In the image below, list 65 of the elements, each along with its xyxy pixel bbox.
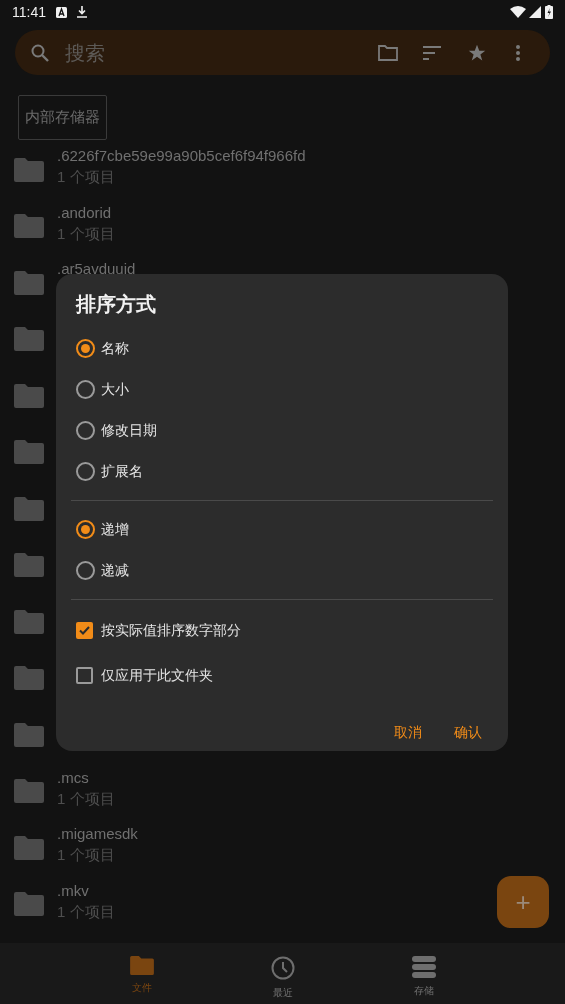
radio-button[interactable] [76,339,95,358]
folder-icon [14,892,44,917]
item-count: 1 个项目 [57,901,115,922]
checkbox[interactable] [76,667,93,684]
search-bar[interactable]: 搜索 [15,30,550,75]
folder-icon [14,496,44,521]
nav-tab[interactable]: 最近 [254,943,311,1004]
download-icon [77,6,87,18]
file-name[interactable]: .migamesdk [57,824,138,845]
folder-icon [14,214,44,239]
folder-icon [14,270,44,295]
radio-button[interactable] [76,380,95,399]
folder-icon [14,779,44,804]
font-icon [56,6,67,18]
star-icon[interactable] [468,43,486,62]
storage-chip[interactable]: 内部存储器 [18,95,107,140]
wifi-icon [510,6,526,18]
option-label: 扩展名 [101,462,143,481]
radio-button[interactable] [76,561,95,580]
clock-icon [270,956,295,980]
option-label: 仅应用于此文件夹 [101,666,213,685]
dialog-button[interactable]: 取消 [384,716,432,749]
folder-icon [129,956,154,975]
storage-icon [411,956,436,978]
option-label: 修改日期 [101,421,157,440]
folder-icon [14,157,44,182]
more-icon[interactable] [516,44,520,61]
signal-icon [529,6,541,18]
folder-icon [14,553,44,578]
search-field[interactable]: 搜索 [65,37,368,68]
radio-button[interactable] [76,520,95,539]
folder-icon [14,327,44,352]
add-button[interactable]: + [497,876,549,928]
folder-icon [14,609,44,634]
item-count: 1 个项目 [57,788,115,809]
item-count: 1 个项目 [57,223,115,244]
file-name[interactable]: .andorid [57,202,115,223]
status-time: 11:41 [12,2,46,22]
file-name[interactable]: .mcs [57,767,115,788]
item-count: 1 个项目 [57,845,116,866]
file-name[interactable]: .6226f7cbe59e99a90b5cef6f94f966fd [57,146,306,167]
item-count: 1 个项目 [57,167,116,188]
check-icon [78,624,91,637]
option-label: 大小 [101,380,129,399]
folder-outline-icon[interactable] [378,44,398,61]
option-label: 递增 [101,520,129,539]
folder-icon [14,383,44,408]
nav-tab[interactable]: 存储 [395,943,452,1004]
radio-button[interactable] [76,421,95,440]
checkbox[interactable] [76,622,93,639]
nav-tab[interactable]: 文件 [113,943,170,1004]
battery-icon [545,5,553,19]
folder-icon [14,835,44,860]
dialog-title: 排序方式 [76,292,157,317]
dialog-button[interactable]: 确认 [444,716,492,749]
option-label: 递减 [101,561,129,580]
file-name[interactable]: .mkv [57,880,115,901]
sort-icon[interactable] [423,45,441,60]
option-label: 名称 [101,339,129,358]
search-icon [31,43,49,62]
option-label: 按实际值排序数字部分 [101,621,241,640]
folder-icon [14,722,44,747]
folder-icon [14,666,44,691]
folder-icon [14,440,44,465]
radio-button[interactable] [76,462,95,481]
